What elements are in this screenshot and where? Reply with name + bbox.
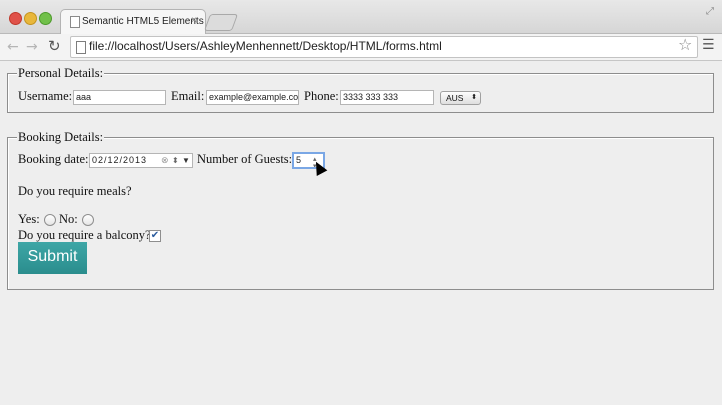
window-close-button[interactable]	[9, 12, 22, 25]
select-arrows-icon: ⬍	[471, 94, 477, 101]
phone-label: Phone:	[304, 89, 339, 103]
star-icon[interactable]: ☆	[678, 35, 692, 54]
date-spin-icon[interactable]: ⬍	[172, 154, 180, 167]
hamburger-menu-icon[interactable]: ☰	[702, 37, 715, 53]
country-selected-value: AUS	[446, 93, 464, 103]
fullscreen-icon[interactable]: ⤢	[706, 6, 714, 17]
booking-details-legend: Booking Details:	[17, 130, 105, 145]
browser-tab[interactable]: Semantic HTML5 Elements ×	[60, 9, 206, 34]
email-label: Email:	[171, 89, 205, 103]
booking-date-label: Booking date:	[18, 152, 89, 166]
forward-arrow-icon[interactable]: →	[26, 39, 38, 55]
balcony-checkbox[interactable]: ✔	[149, 230, 161, 242]
booking-date-value: 02/12/2013	[92, 155, 148, 165]
tab-close-icon[interactable]: ×	[191, 15, 197, 26]
email-input[interactable]: example@example.co	[206, 90, 299, 105]
booking-details-fieldset: Booking Details: Booking date: 02/12/201…	[7, 130, 714, 290]
url-text: file://localhost/Users/AshleyMenhennett/…	[89, 39, 442, 53]
address-bar[interactable]: file://localhost/Users/AshleyMenhennett/…	[70, 36, 698, 58]
new-tab-button[interactable]	[203, 14, 239, 31]
page-content: Personal Details: Username: aaa Email: e…	[0, 61, 722, 405]
date-dropdown-icon[interactable]: ▼	[182, 154, 191, 167]
meals-yes-radio[interactable]	[44, 214, 56, 226]
personal-details-legend: Personal Details:	[17, 66, 105, 81]
reload-icon[interactable]: ↻	[48, 37, 61, 55]
browser-toolbar: ← → ↻ file://localhost/Users/AshleyMenhe…	[0, 34, 722, 61]
yes-label: Yes:	[18, 212, 40, 226]
phone-input[interactable]: 3333 333 333	[340, 90, 434, 105]
no-label: No:	[59, 212, 78, 226]
window-maximize-button[interactable]	[39, 12, 52, 25]
tab-title: Semantic HTML5 Elements	[82, 16, 204, 27]
booking-date-input[interactable]: 02/12/2013 ⊗ ⬍ ▼	[89, 153, 193, 168]
guests-label: Number of Guests:	[197, 152, 293, 166]
username-input[interactable]: aaa	[73, 90, 166, 105]
meals-no-radio[interactable]	[82, 214, 94, 226]
personal-details-fieldset: Personal Details: Username: aaa Email: e…	[7, 66, 714, 113]
username-label: Username:	[18, 89, 73, 103]
document-icon	[70, 16, 80, 28]
country-select[interactable]: AUS ⬍	[440, 91, 481, 105]
clear-date-icon[interactable]: ⊗	[161, 154, 170, 167]
window-minimize-button[interactable]	[24, 12, 37, 25]
guests-value: 5	[296, 155, 302, 165]
meals-question: Do you require meals?	[18, 184, 132, 198]
window-titlebar: Semantic HTML5 Elements × ⤢	[0, 0, 722, 34]
submit-button[interactable]: Submit	[18, 242, 87, 274]
back-arrow-icon[interactable]: ←	[7, 39, 19, 55]
page-icon	[76, 41, 86, 54]
balcony-question: Do you require a balcony?	[18, 228, 151, 242]
